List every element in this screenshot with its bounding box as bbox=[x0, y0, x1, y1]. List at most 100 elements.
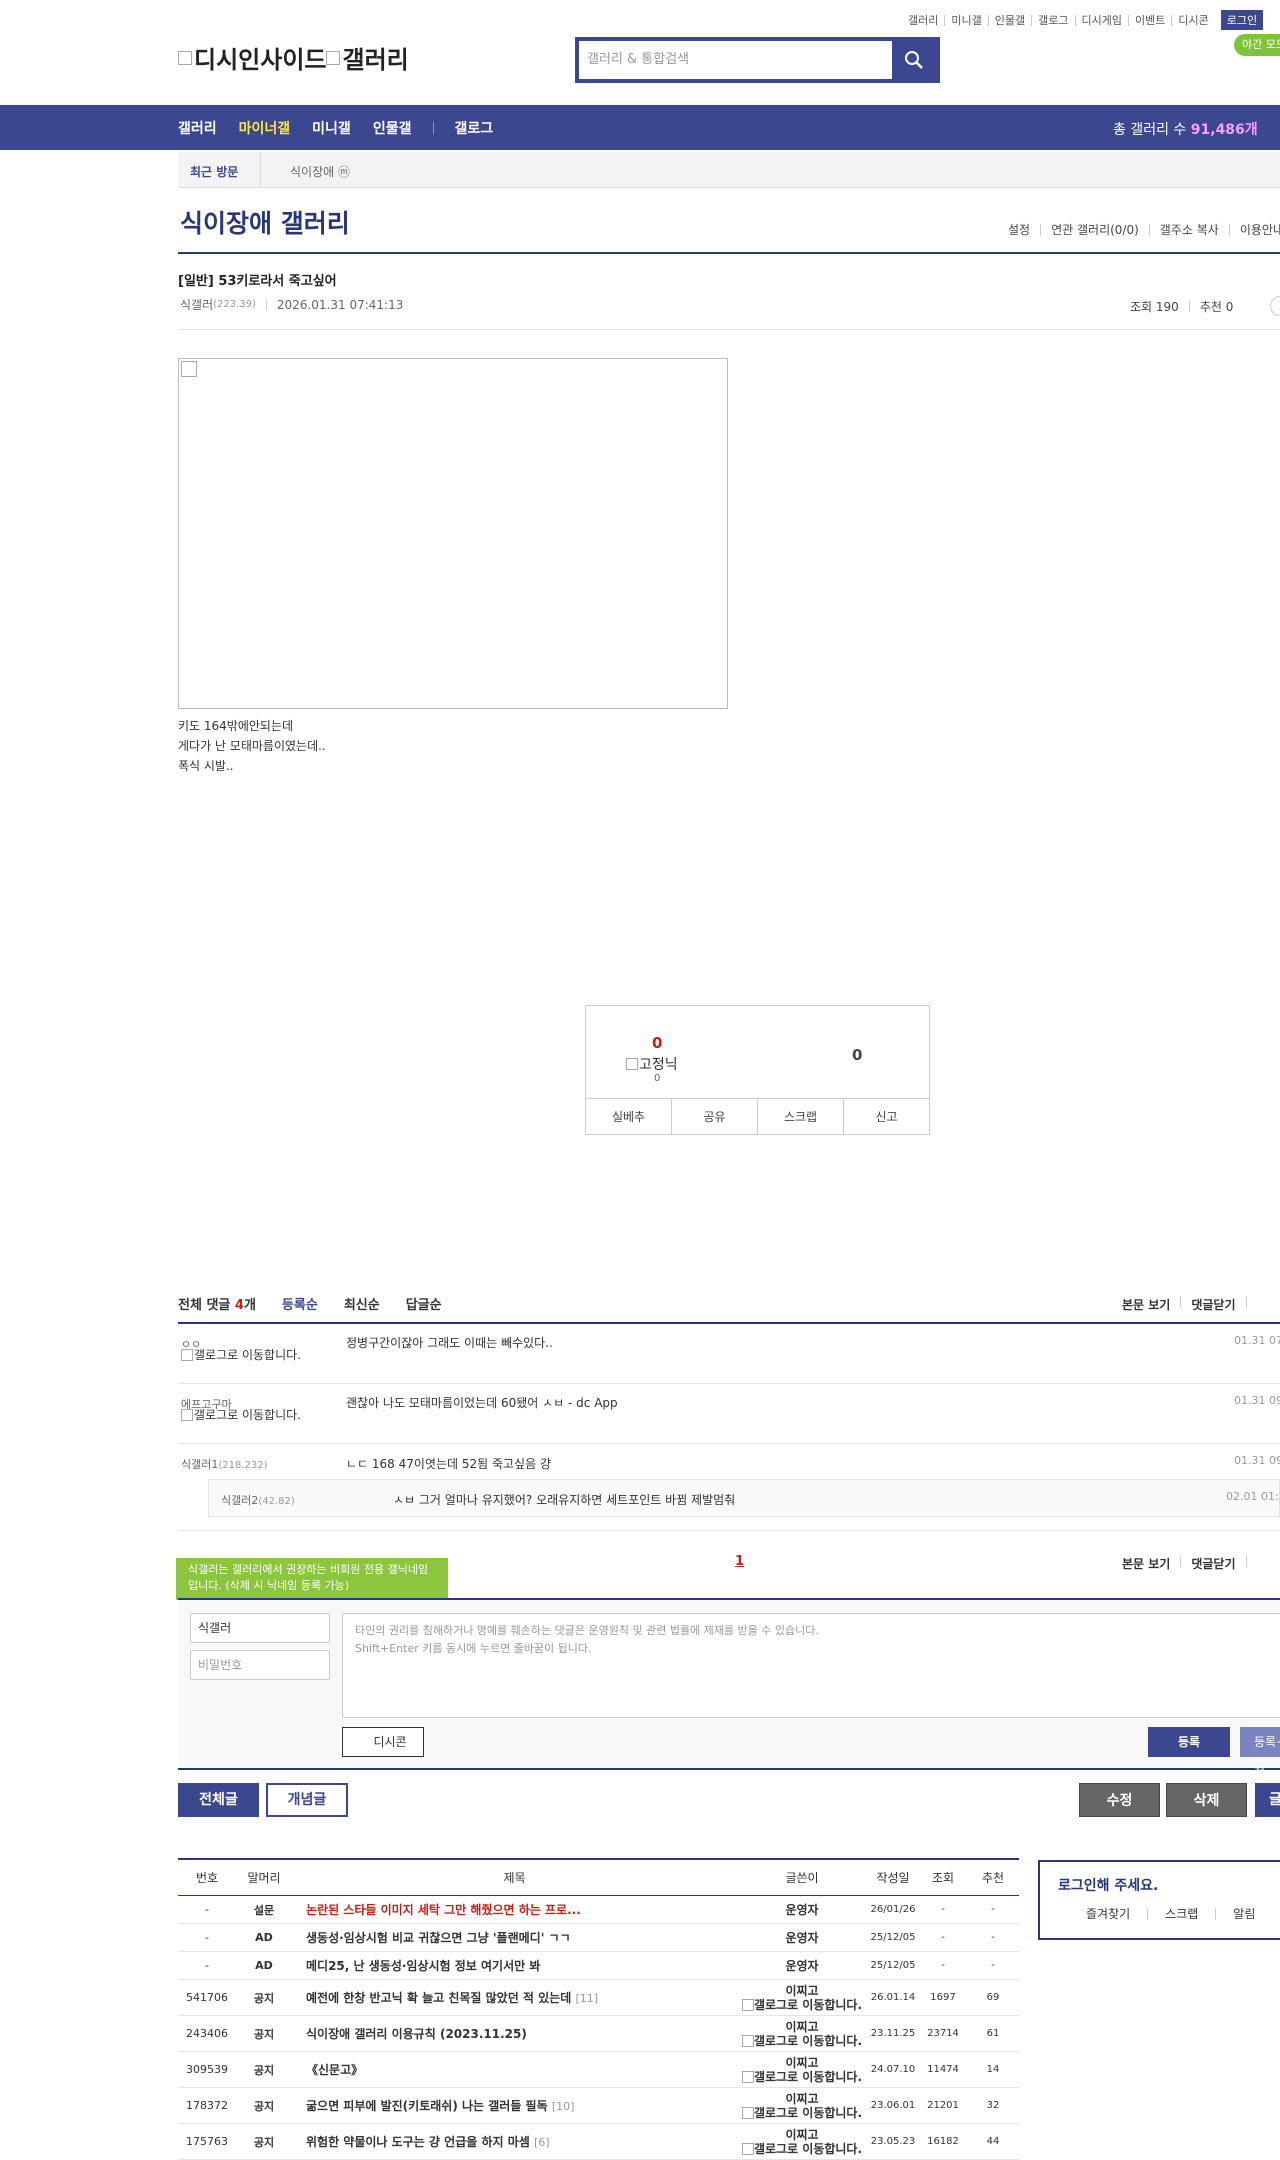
submit-recommend-button[interactable]: 등록+추천 bbox=[1240, 1727, 1280, 1779]
comment-text: ㄴㄷ 168 47이엿는데 52됨 죽고싶음 걍 bbox=[346, 1457, 551, 1471]
recent-visit-item[interactable]: 식이장애 ⓜ bbox=[290, 163, 350, 180]
report-button[interactable]: 신고 bbox=[843, 1099, 929, 1134]
gnb-mini-gallery[interactable]: 미니갤 bbox=[312, 118, 351, 138]
favorites-link[interactable]: 즐겨찾기 bbox=[1040, 1908, 1147, 1920]
downvote-count[interactable]: 0 bbox=[852, 1046, 862, 1064]
concept-posts-button[interactable]: 개념글 bbox=[266, 1783, 348, 1817]
notification-link[interactable]: 알림 bbox=[1215, 1908, 1272, 1920]
row-title[interactable]: 메디25, 난 생동성·임상시험 정보 여기서만 봐 bbox=[292, 1957, 737, 1974]
comment-textarea[interactable]: 타인의 권리를 침해하거나 명예를 훼손하는 댓글은 운영원칙 및 관련 법률에… bbox=[342, 1613, 1280, 1718]
scrap-link[interactable]: 스크랩 bbox=[1147, 1908, 1215, 1920]
gallery-settings-link[interactable]: 설정 bbox=[1000, 224, 1040, 236]
broken-image-icon bbox=[741, 2035, 754, 2047]
sort-latest[interactable]: 최신순 bbox=[344, 1294, 380, 1313]
post-author[interactable]: 식갤러 bbox=[180, 296, 213, 313]
topnav-gallery[interactable]: 갤러리 bbox=[902, 15, 944, 26]
gallog-link[interactable]: 갤로그로 이동합니다. bbox=[181, 1349, 311, 1362]
row-title[interactable]: 생동성·임상시험 비교 귀찮으면 그냥 '플랜메디' ㄱㄱ bbox=[292, 1929, 737, 1946]
row-writer[interactable]: 이찌고 갤로그로 이동합니다. bbox=[737, 2092, 867, 2120]
gnb-person-gallery[interactable]: 인물갤 bbox=[373, 118, 412, 138]
row-title[interactable]: 예전에 한창 반고닉 확 늘고 친목질 많았던 적 있는데 [11] bbox=[292, 1989, 737, 2006]
sort-registered[interactable]: 등록순 bbox=[282, 1294, 318, 1313]
nickname-field[interactable]: 식갤러 bbox=[190, 1613, 330, 1643]
row-writer[interactable]: 이찌고 갤로그로 이동합니다. bbox=[737, 2128, 867, 2156]
table-row[interactable]: 309539 공지 《신문고》 이찌고 갤로그로 이동합니다. 24.07.10 … bbox=[178, 2052, 1019, 2088]
sort-replies[interactable]: 답글순 bbox=[406, 1294, 442, 1313]
post-image[interactable] bbox=[178, 358, 728, 709]
copy-address-link[interactable]: 갤주소 복사 bbox=[1148, 224, 1229, 236]
row-title[interactable]: 《신문고》 bbox=[292, 2061, 737, 2078]
gnb-minor-gallery[interactable]: 마이너갤 bbox=[239, 118, 291, 138]
comment-date: 01.31 07:44:02 bbox=[1234, 1334, 1280, 1347]
edit-button[interactable]: 수정 bbox=[1079, 1783, 1160, 1817]
login-prompt-title[interactable]: 로그인해 주세요. bbox=[1058, 1875, 1158, 1895]
close-comments-button[interactable]: 댓글닫기 bbox=[1191, 1555, 1235, 1572]
more-options-button[interactable] bbox=[1270, 296, 1280, 316]
comment-tools-top: 본문 보기 댓글닫기 bbox=[1122, 1296, 1257, 1313]
fixed-nick-recommend[interactable]: 고정닉 bbox=[626, 1054, 678, 1074]
row-writer[interactable]: 이찌고 갤로그로 이동합니다. bbox=[737, 2056, 867, 2084]
logo-alt-dcinside: 디시인사이드 bbox=[194, 46, 327, 74]
comment-page-1[interactable]: 1 bbox=[735, 1554, 744, 1569]
row-writer[interactable]: 이찌고 갤로그로 이동합니다. bbox=[737, 1984, 867, 2012]
real-best-recommend-button[interactable]: 실베추 bbox=[586, 1099, 671, 1134]
comment-nick[interactable]: 식갤러1(218.232) bbox=[181, 1456, 268, 1472]
topnav-gallog[interactable]: 갤로그 bbox=[1031, 14, 1074, 26]
view-body-button[interactable]: 본문 보기 bbox=[1122, 1296, 1170, 1313]
all-posts-button[interactable]: 전체글 bbox=[178, 1783, 259, 1817]
dccon-button[interactable]: 디시콘 bbox=[342, 1727, 424, 1757]
gallog-link[interactable]: 갤로그로 이동합니다. bbox=[181, 1409, 311, 1422]
topnav-mini[interactable]: 미니갤 bbox=[944, 14, 987, 26]
row-title[interactable]: 논란된 스타들 이미지 세탁 그만 해줬으면 하는 프로... bbox=[292, 1901, 737, 1918]
search-button[interactable] bbox=[892, 41, 936, 79]
comment-count[interactable]: [10] bbox=[552, 2100, 575, 2113]
row-recommend: - bbox=[991, 1932, 995, 1943]
comment-count[interactable]: [6] bbox=[534, 2136, 550, 2149]
topnav-event[interactable]: 이벤트 bbox=[1127, 14, 1171, 26]
row-number: 178372 bbox=[186, 2099, 228, 2112]
top-utility-nav: 갤러리 미니갤 인물갤 갤로그 디시게임 이벤트 디시콘 로그인 bbox=[902, 10, 1264, 30]
row-recommend: 61 bbox=[986, 2028, 1000, 2039]
gallery-title[interactable]: 식이장애 갤러리 bbox=[180, 204, 350, 240]
broken-image-icon bbox=[326, 50, 341, 65]
row-title[interactable]: 식이장애 갤러리 이용규칙 (2023.11.25) bbox=[292, 2025, 737, 2042]
search-input[interactable]: 갤러리 & 통합검색 bbox=[579, 41, 893, 79]
write-post-button[interactable]: 글쓰기 bbox=[1255, 1783, 1280, 1817]
reply-nick[interactable]: 식갤러2(42.82) bbox=[221, 1492, 295, 1508]
related-gallery-link[interactable]: 연관 갤러리(0/0) bbox=[1040, 224, 1149, 236]
site-logo[interactable]: 디시인사이드 갤러리 bbox=[178, 40, 409, 75]
gnb-gallog[interactable]: 갤로그 bbox=[454, 118, 493, 138]
topnav-person[interactable]: 인물갤 bbox=[987, 14, 1031, 26]
view-body-button[interactable]: 본문 보기 bbox=[1122, 1555, 1170, 1572]
table-row[interactable]: - AD 생동성·임상시험 비교 귀찮으면 그냥 '플랜메디' ㄱㄱ 운영자 2… bbox=[178, 1924, 1019, 1952]
submit-comment-button[interactable]: 등록 bbox=[1148, 1727, 1230, 1757]
row-writer[interactable]: 운영자 bbox=[737, 1903, 867, 1917]
login-button[interactable]: 로그인 bbox=[1220, 10, 1264, 30]
row-writer[interactable]: 이찌고 갤로그로 이동합니다. bbox=[737, 2020, 867, 2048]
comment-count[interactable]: [11] bbox=[575, 1992, 598, 2005]
password-field[interactable]: 비밀번호 bbox=[190, 1650, 330, 1680]
close-comments-button[interactable]: 댓글닫기 bbox=[1191, 1296, 1235, 1313]
topnav-dccon[interactable]: 디시콘 bbox=[1171, 14, 1214, 26]
topnav-dcgame[interactable]: 디시게임 bbox=[1074, 14, 1128, 26]
table-row[interactable]: - 설문 논란된 스타들 이미지 세탁 그만 해줬으면 하는 프로... 운영자… bbox=[178, 1896, 1019, 1924]
table-row[interactable]: 243406 공지 식이장애 갤러리 이용규칙 (2023.11.25) 이찌고… bbox=[178, 2016, 1019, 2052]
table-row[interactable]: 175763 공지 위험한 약물이나 도구는 걍 언급을 하지 마셈 [6] 이… bbox=[178, 2124, 1019, 2160]
col-head: 말머리 bbox=[247, 1871, 281, 1885]
table-row[interactable]: 178372 공지 굶으면 피부에 발진(키토래쉬) 나는 갤러들 필독 [10… bbox=[178, 2088, 1019, 2124]
row-date: 26/01/26 bbox=[870, 1904, 916, 1915]
usage-guide-link[interactable]: 이용안내 bbox=[1228, 224, 1280, 236]
night-mode-button[interactable]: 야간 모드 bbox=[1234, 34, 1280, 56]
table-row[interactable]: - AD 메디25, 난 생동성·임상시험 정보 여기서만 봐 운영자 25/1… bbox=[178, 1952, 1019, 1980]
scrap-button[interactable]: 스크랩 bbox=[757, 1099, 843, 1134]
recent-visit-label[interactable]: 최근 방문 bbox=[190, 163, 238, 180]
table-row[interactable]: 541706 공지 예전에 한창 반고닉 확 늘고 친목질 많았던 적 있는데 … bbox=[178, 1980, 1019, 2016]
row-title[interactable]: 굶으면 피부에 발진(키토래쉬) 나는 갤러들 필독 [10] bbox=[292, 2097, 737, 2114]
row-writer[interactable]: 운영자 bbox=[737, 1931, 867, 1945]
share-button[interactable]: 공유 bbox=[671, 1099, 757, 1134]
row-title[interactable]: 위험한 약물이나 도구는 걍 언급을 하지 마셈 [6] bbox=[292, 2133, 737, 2150]
gnb-gallery[interactable]: 갤러리 bbox=[178, 118, 217, 138]
delete-button[interactable]: 삭제 bbox=[1166, 1783, 1247, 1817]
table-header: 번호 말머리 제목 글쓴이 작성일 조회 추천 bbox=[178, 1860, 1019, 1896]
row-writer[interactable]: 운영자 bbox=[737, 1959, 867, 1973]
